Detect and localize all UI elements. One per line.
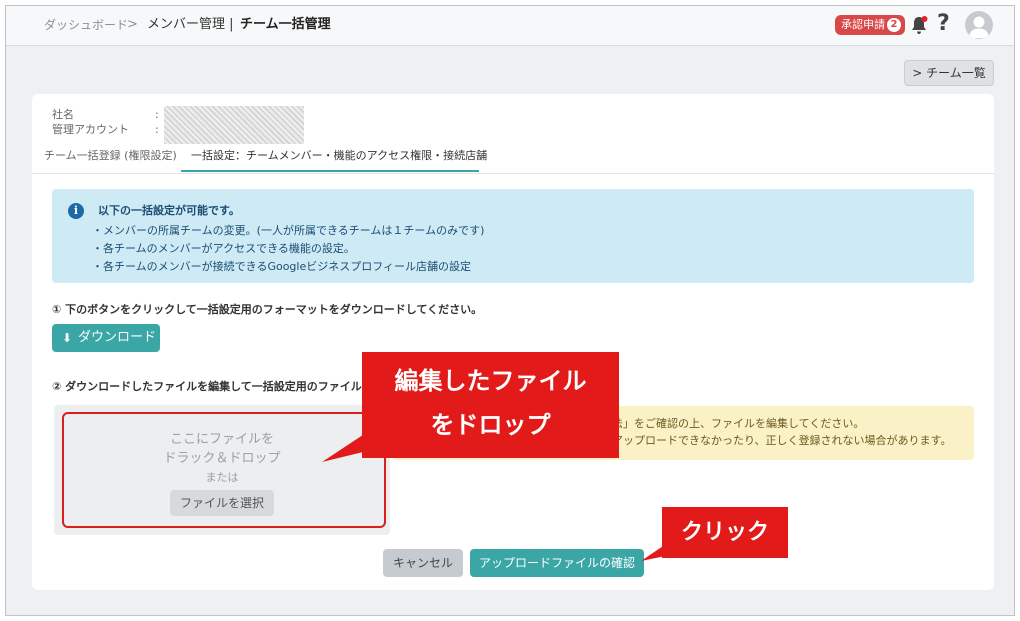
step-1-instruction: ① 下のボタンをクリックして一括設定用のフォーマットをダウンロードしてください。 (52, 303, 483, 316)
help-icon[interactable]: ? (937, 12, 950, 36)
info-line: ・各チームのメンバーが接続できるGoogleビジネスプロフィール店舗の設定 (92, 260, 472, 273)
drop-zone-text-line1: ここにファイルを (169, 432, 274, 447)
breadcrumb-separator: > (127, 17, 138, 32)
approval-request-label: 承認申請 (841, 18, 885, 31)
company-name-label: 社名 (52, 108, 74, 121)
app-window: ダッシュボード > メンバー管理 | チーム一括管理 承認申請 2 ? > チー… (5, 5, 1015, 616)
team-list-button[interactable]: > チーム一覧 (904, 60, 994, 86)
download-icon: ⬇ (62, 331, 73, 345)
tab-team-bulk-registration[interactable]: チーム一括登録 (権限設定) (44, 148, 177, 172)
warning-line: 法」をご確認の上、ファイルを編集してください。 (612, 417, 865, 430)
info-box: i 以下の一括設定が可能です。 ・メンバーの所属チームの変更。(一人が所属できる… (52, 189, 974, 283)
company-name-colon: : (155, 108, 159, 121)
admin-account-colon: : (155, 123, 159, 136)
drop-callout-line1: 編集したファイル (394, 367, 587, 395)
drop-callout-line2: をドロップ (430, 411, 551, 439)
page-title: チーム一括管理 (240, 17, 331, 32)
warning-line: アップロードできなかったり、正しく登録されない場合があります。 (612, 434, 952, 447)
tab-divider (32, 173, 994, 174)
user-avatar-icon[interactable] (965, 11, 993, 39)
download-button[interactable]: ⬇ ダウンロード (52, 324, 160, 352)
tab-bulk-settings[interactable]: 一括設定：チームメンバー・機能のアクセス権限・接続店舗 (181, 148, 487, 172)
main-card: 社名 : 管理アカウント : チーム一括登録 (権限設定) 一括設定：チームメン… (32, 94, 994, 590)
info-line: ・各チームのメンバーがアクセスできる機能の設定。 (92, 242, 355, 255)
info-line: ・メンバーの所属チームの変更。(一人が所属できるチームは１チームのみです) (92, 224, 485, 237)
approval-count: 2 (887, 18, 901, 32)
download-button-label: ダウンロード (78, 330, 157, 345)
approval-request-badge[interactable]: 承認申請 2 (835, 15, 905, 35)
step-2-instruction: ② ダウンロードしたファイルを編集して一括設定用のファイルを作 (52, 380, 384, 393)
bell-icon[interactable] (910, 15, 928, 35)
drop-instruction-callout: 編集したファイル をドロップ (362, 352, 619, 458)
click-instruction-callout: クリック (662, 507, 788, 558)
info-icon: i (68, 203, 84, 219)
cancel-button[interactable]: キャンセル (383, 549, 463, 577)
top-header: ダッシュボード > メンバー管理 | チーム一括管理 承認申請 2 ? (6, 6, 1014, 46)
info-title: 以下の一括設定が可能です。 (98, 204, 240, 217)
breadcrumb-member-management[interactable]: メンバー管理 | (147, 17, 234, 33)
redacted-company-info (164, 106, 304, 144)
breadcrumb-dashboard[interactable]: ダッシュボード (44, 17, 128, 33)
confirm-upload-button[interactable]: アップロードファイルの確認 (470, 549, 644, 577)
select-file-button[interactable]: ファイルを選択 (170, 490, 274, 516)
drop-zone-or: または (205, 471, 239, 484)
admin-account-label: 管理アカウント (52, 123, 129, 136)
drop-zone-text-line2: ドラック＆ドロップ (163, 451, 281, 466)
